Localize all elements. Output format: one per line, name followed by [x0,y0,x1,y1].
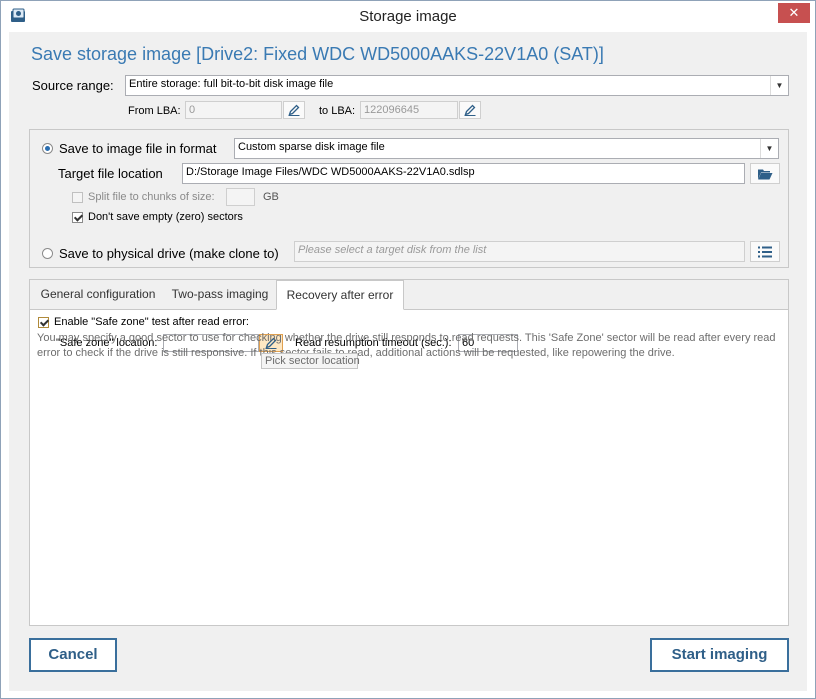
source-range-select[interactable]: Entire storage: full bit-to-bit disk ima… [125,75,789,96]
window-title: Storage image [359,8,457,25]
tab-two-pass-imaging[interactable]: Two-pass imaging [166,280,274,309]
close-button[interactable]: ✕ [778,3,810,23]
destination-group: Save to image file in format Custom spar… [29,129,789,268]
cancel-button[interactable]: Cancel [29,638,117,672]
chevron-down-icon: ▼ [760,139,778,158]
tab-recovery-after-error[interactable]: Recovery after error [276,280,404,310]
dialog-body: Save storage image [Drive2: Fixed WDC WD… [9,32,807,691]
split-unit-label: GB [263,191,279,203]
source-range-value: Entire storage: full bit-to-bit disk ima… [129,78,334,90]
image-format-select[interactable]: Custom sparse disk image file ▼ [234,138,779,159]
pencil-icon [464,104,476,116]
from-lba-input[interactable]: 0 [185,101,282,119]
to-lba-edit-button[interactable] [459,101,481,119]
options-tab-panel: General configuration Two-pass imaging R… [29,279,789,626]
split-file-checkbox[interactable] [72,192,83,203]
pencil-icon [288,104,300,116]
physical-drive-radio[interactable] [42,248,53,259]
target-disk-input[interactable]: Please select a target disk from the lis… [294,241,745,262]
page-title: Save storage image [Drive2: Fixed WDC WD… [31,44,604,64]
safe-zone-checkbox[interactable] [38,317,49,328]
list-icon [758,246,772,257]
target-file-label: Target file location [58,166,163,181]
title-bar[interactable]: Storage image ✕ [1,1,815,32]
source-range-label: Source range: [32,78,114,93]
target-file-input[interactable]: D:/Storage Image Files/WDC WD5000AAKS-22… [182,163,745,184]
split-size-input[interactable] [226,188,255,206]
image-file-radio-label: Save to image file in format [59,141,217,156]
split-file-label: Split file to chunks of size: [88,191,215,203]
storage-image-dialog: Storage image ✕ Save storage image [Driv… [0,0,816,699]
pick-sector-tooltip: Pick sector location [261,353,360,369]
tab-strip: General configuration Two-pass imaging R… [30,280,788,310]
folder-open-icon [758,169,773,179]
safe-zone-description: You may specify a good sector to use for… [37,332,776,359]
select-disk-button[interactable] [750,241,780,262]
to-lba-label: to LBA: [319,105,356,117]
physical-drive-radio-label: Save to physical drive (make clone to) [59,246,279,261]
chevron-down-icon: ▼ [770,76,788,95]
image-format-value: Custom sparse disk image file [238,141,385,153]
image-file-radio[interactable] [42,143,53,154]
from-lba-label: From LBA: [128,105,181,117]
tab-general-configuration[interactable]: General configuration [36,280,160,309]
start-imaging-button[interactable]: Start imaging [650,638,789,672]
to-lba-input[interactable]: 122096645 [360,101,458,119]
browse-folder-button[interactable] [750,163,780,184]
safe-zone-enable-label: Enable "Safe zone" test after read error… [54,316,249,328]
from-lba-edit-button[interactable] [283,101,305,119]
skip-empty-sectors-checkbox[interactable] [72,212,83,223]
skip-empty-sectors-label: Don't save empty (zero) sectors [88,211,243,223]
